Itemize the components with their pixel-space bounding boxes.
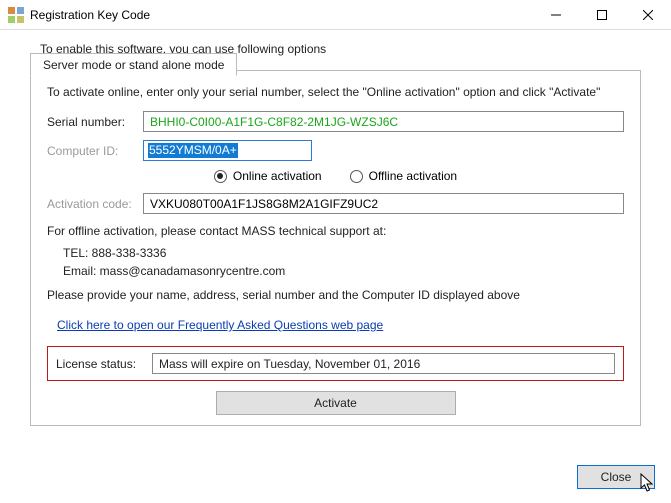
serial-number-label: Serial number: (47, 115, 143, 129)
tab-panel: Server mode or stand alone mode To activ… (30, 70, 641, 426)
computer-id-selection: 5552YMSM/0A+ (148, 143, 238, 158)
dialog-content: To enable this software, you can use fol… (0, 30, 671, 426)
computer-id-label: Computer ID: (47, 144, 143, 158)
tab-server-mode[interactable]: Server mode or stand alone mode (30, 53, 237, 76)
window-title: Registration Key Code (30, 8, 150, 22)
offline-activation-radio[interactable]: Offline activation (350, 169, 458, 183)
support-email: Email: mass@canadamasonrycentre.com (63, 262, 624, 280)
window-titlebar: Registration Key Code (0, 0, 671, 30)
activation-code-row: Activation code: (47, 193, 624, 214)
support-footer: Please provide your name, address, seria… (47, 288, 624, 302)
support-tel: TEL: 888-338-3336 (63, 244, 624, 262)
activation-instructions: To activate online, enter only your seri… (47, 85, 624, 99)
activate-button[interactable]: Activate (216, 391, 456, 415)
close-button[interactable]: Close (577, 465, 655, 489)
maximize-button[interactable] (579, 0, 625, 30)
activation-code-input[interactable] (143, 193, 624, 214)
computer-id-row: Computer ID: 5552YMSM/0A+ (47, 140, 624, 161)
license-status-field (152, 353, 615, 374)
minimize-button[interactable] (533, 0, 579, 30)
close-window-button[interactable] (625, 0, 671, 30)
serial-number-input[interactable] (143, 111, 624, 132)
faq-link[interactable]: Click here to open our Frequently Asked … (57, 318, 383, 332)
license-status-row: License status: (47, 346, 624, 381)
license-status-label: License status: (56, 357, 152, 371)
window-controls (533, 0, 671, 30)
support-block: For offline activation, please contact M… (47, 224, 624, 302)
online-activation-label: Online activation (233, 169, 322, 183)
online-activation-radio[interactable]: Online activation (214, 169, 322, 183)
radio-icon (214, 170, 227, 183)
radio-icon (350, 170, 363, 183)
activation-code-label: Activation code: (47, 197, 143, 211)
support-header: For offline activation, please contact M… (47, 224, 624, 238)
offline-activation-label: Offline activation (369, 169, 458, 183)
serial-number-row: Serial number: (47, 111, 624, 132)
activation-mode-group: Online activation Offline activation (47, 169, 624, 183)
app-icon (8, 7, 24, 23)
